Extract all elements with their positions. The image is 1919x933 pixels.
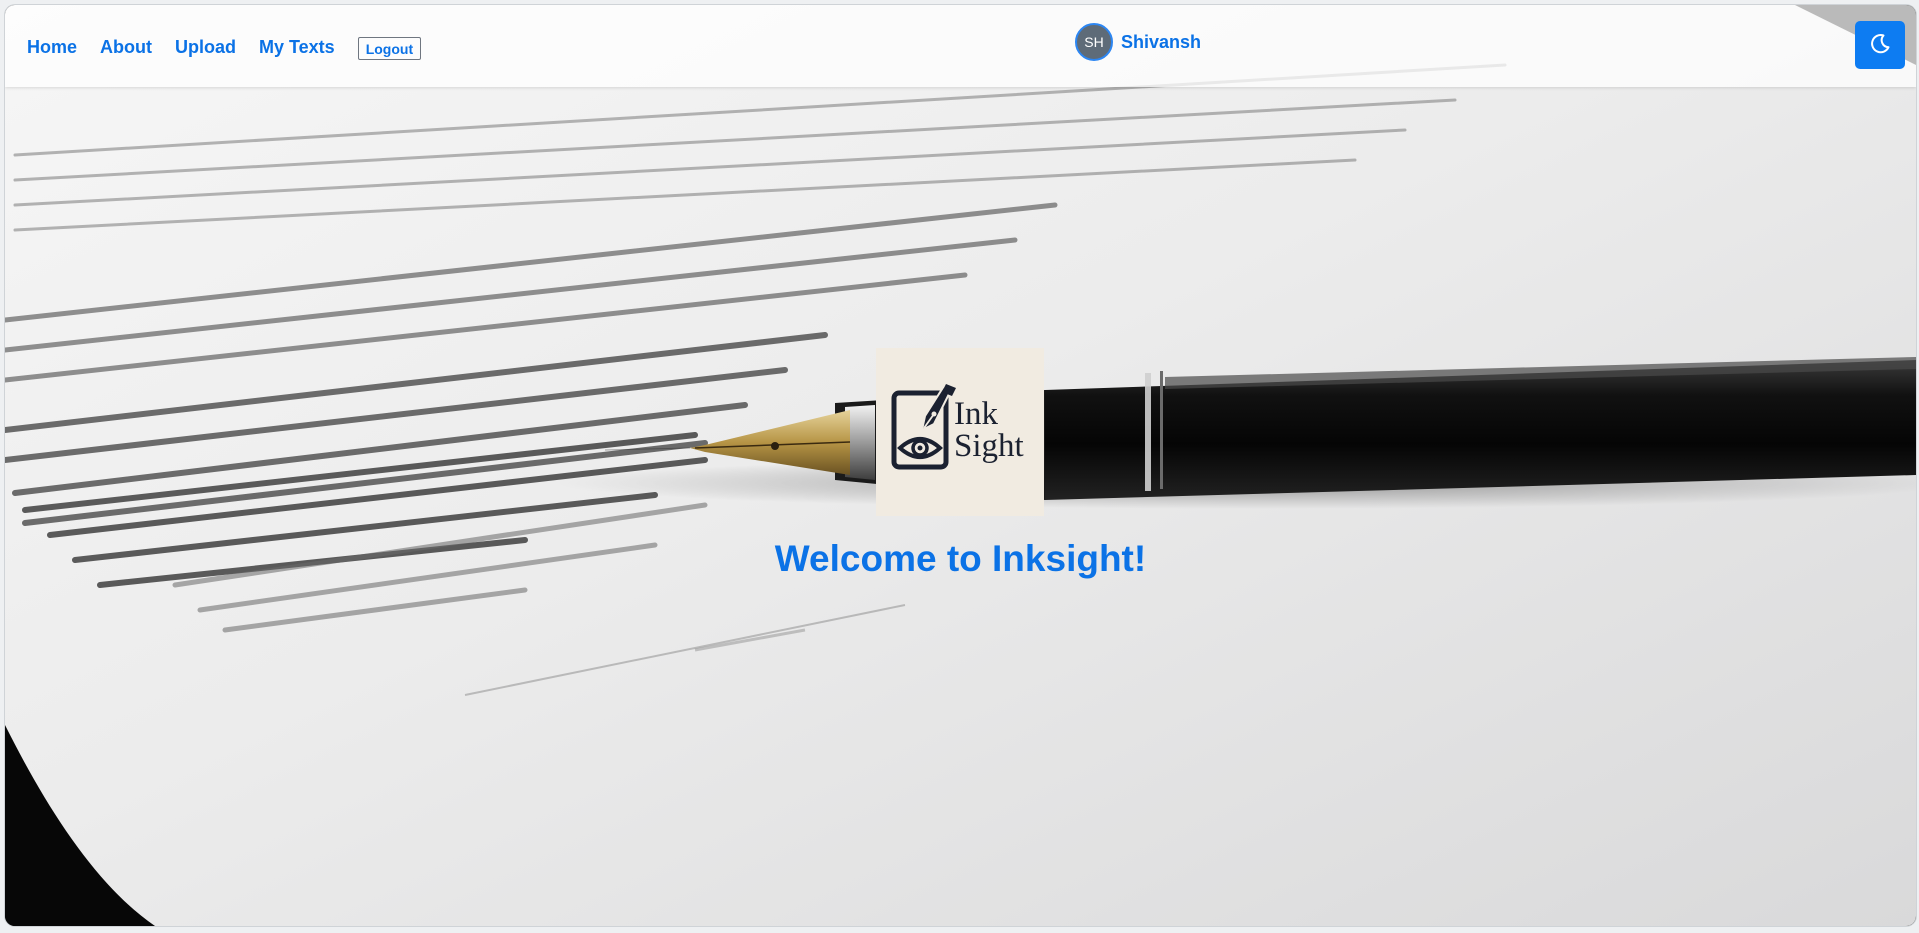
logo-word-ink: Ink (954, 396, 998, 432)
inksight-logo: Ink Sight (876, 348, 1044, 516)
nav-link-home[interactable]: Home (27, 36, 77, 58)
welcome-heading: Welcome to Inksight! (774, 538, 1147, 579)
theme-toggle-button[interactable] (1855, 21, 1905, 69)
moon-icon (1868, 32, 1892, 59)
nav-link-my-texts[interactable]: My Texts (259, 36, 335, 58)
logout-button[interactable]: Logout (357, 37, 422, 60)
logo-word-sight: Sight (954, 428, 1024, 464)
nav-link-about[interactable]: About (100, 36, 152, 58)
user-name: Shivansh (1121, 31, 1202, 52)
avatar: SH (1075, 23, 1113, 61)
nav-links: Home About Upload My Texts Logout (27, 35, 422, 60)
user-profile[interactable]: SH Shivansh (1075, 23, 1201, 61)
nav-link-upload[interactable]: Upload (175, 36, 236, 58)
app-window: Home About Upload My Texts Logout SH Shi… (5, 5, 1916, 926)
top-navbar: Home About Upload My Texts Logout SH Shi… (5, 5, 1916, 87)
logo-wordmark: Ink Sight (954, 396, 1042, 464)
